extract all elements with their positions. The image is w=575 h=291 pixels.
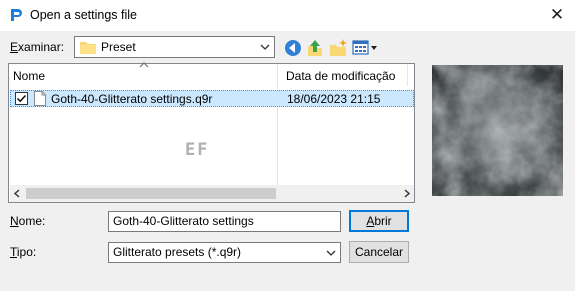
filename-input[interactable]: Goth-40-Glitterato settings [108,211,341,232]
checkbox-icon[interactable] [15,92,28,105]
column-header-date[interactable]: Data de modificação [286,65,395,87]
scroll-thumb[interactable] [26,188,276,199]
horizontal-scrollbar[interactable] [10,185,414,202]
filetype-label: Tipo: [10,245,37,259]
chevron-down-icon [260,44,270,50]
column-divider [277,64,278,185]
folder-icon [80,42,96,54]
filetype-dropdown[interactable]: Glitterato presets (*.q9r) [108,242,341,263]
lookin-label: Examinar: [10,40,65,54]
file-row[interactable]: Goth-40-Glitterato settings.q9r 18/06/20… [10,90,414,107]
up-folder-icon[interactable] [305,38,325,58]
chevron-down-icon [326,250,336,256]
column-header-name[interactable]: Nome [13,65,45,87]
file-list[interactable]: Nome Data de modificação Goth-40-Glitter… [8,62,415,203]
column-divider [407,64,408,86]
app-icon [11,9,22,21]
watermark-text: EF [185,140,210,160]
close-button[interactable]: ✕ [545,4,569,26]
title-bar: Open a settings file ✕ [0,0,575,31]
filename-label: Nome: [10,214,46,228]
preview-image [432,65,563,196]
window-title: Open a settings file [30,8,138,22]
lookin-value: Preset [101,40,136,54]
scroll-right-icon[interactable] [403,189,411,198]
new-folder-icon[interactable] [328,38,348,58]
file-name: Goth-40-Glitterato settings.q9r [51,92,213,106]
open-button[interactable]: Abrir [349,210,409,232]
scroll-left-icon[interactable] [13,189,21,198]
cancel-button[interactable]: Cancelar [349,241,409,263]
file-date: 18/06/2023 21:15 [287,92,381,106]
lookin-dropdown[interactable]: Preset [74,36,275,58]
back-icon[interactable] [283,38,303,58]
file-icon [34,91,46,106]
view-menu-icon[interactable] [352,39,378,57]
filetype-value: Glitterato presets (*.q9r) [113,245,242,259]
sort-ascending-icon [139,62,149,68]
